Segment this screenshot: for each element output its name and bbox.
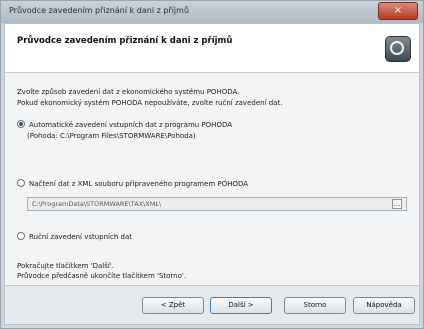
radio-manual-entry[interactable]: Ruční zavedení vstupních dat xyxy=(17,232,132,241)
cancel-button[interactable]: Storno xyxy=(284,297,346,314)
radio-manual-indicator[interactable] xyxy=(17,232,25,240)
intro-line-2: Pokud ekonomický systém POHODA nepoužívá… xyxy=(17,99,283,107)
radio-xml-label: Načtení dat z XML souboru připraveného p… xyxy=(29,180,249,188)
wizard-header: Průvodce zavedením přiznání k dani z pří… xyxy=(5,24,419,73)
radio-auto-import[interactable]: Automatické zavedení vstupních dat z pro… xyxy=(17,120,232,129)
radio-auto-indicator[interactable] xyxy=(17,120,25,128)
wizard-window: Průvodce zavedením přiznání k dani z pří… xyxy=(0,0,424,329)
xml-path-field[interactable]: C:\ProgramData\STORMWARE\TAX\XML\ … xyxy=(27,197,407,211)
button-bar: < Zpět Další > Storno Nápověda xyxy=(5,285,419,324)
instruction-text: Pokračujte tlačítkem 'Další'. Průvodce p… xyxy=(17,261,186,281)
close-button[interactable]: × xyxy=(378,2,418,20)
back-button[interactable]: < Zpět xyxy=(142,297,204,314)
radio-auto-label: Automatické zavedení vstupních dat z pro… xyxy=(29,121,233,129)
browse-button[interactable]: … xyxy=(392,199,402,209)
instruction-line-2: Průvodce předčasně ukončíte tlačítkem 'S… xyxy=(17,272,187,280)
intro-line-1: Zvolte způsob zavedení dat z ekonomickéh… xyxy=(17,88,240,96)
wizard-content: Průvodce zavedením přiznání k dani z pří… xyxy=(4,23,420,325)
window-title: Průvodce zavedením přiznání k dani z pří… xyxy=(9,6,190,15)
xml-path-value: C:\ProgramData\STORMWARE\TAX\XML\ xyxy=(32,200,162,208)
help-button[interactable]: Nápověda xyxy=(353,297,415,314)
radio-manual-label: Ruční zavedení vstupních dat xyxy=(29,233,132,241)
title-bar[interactable]: Průvodce zavedením přiznání k dani z pří… xyxy=(1,1,423,23)
pohoda-logo-icon xyxy=(385,36,411,62)
radio-xml-import[interactable]: Načtení dat z XML souboru připraveného p… xyxy=(17,179,248,188)
radio-xml-indicator[interactable] xyxy=(17,179,25,187)
instruction-line-1: Pokračujte tlačítkem 'Další'. xyxy=(17,262,114,270)
next-button[interactable]: Další > xyxy=(210,297,272,314)
intro-text: Zvolte způsob zavedení dat z ekonomickéh… xyxy=(17,87,282,109)
auto-import-path: (Pohoda: C:\Program Files\STORMWARE\Poho… xyxy=(27,132,196,140)
page-title: Průvodce zavedením přiznání k dani z pří… xyxy=(17,36,233,46)
